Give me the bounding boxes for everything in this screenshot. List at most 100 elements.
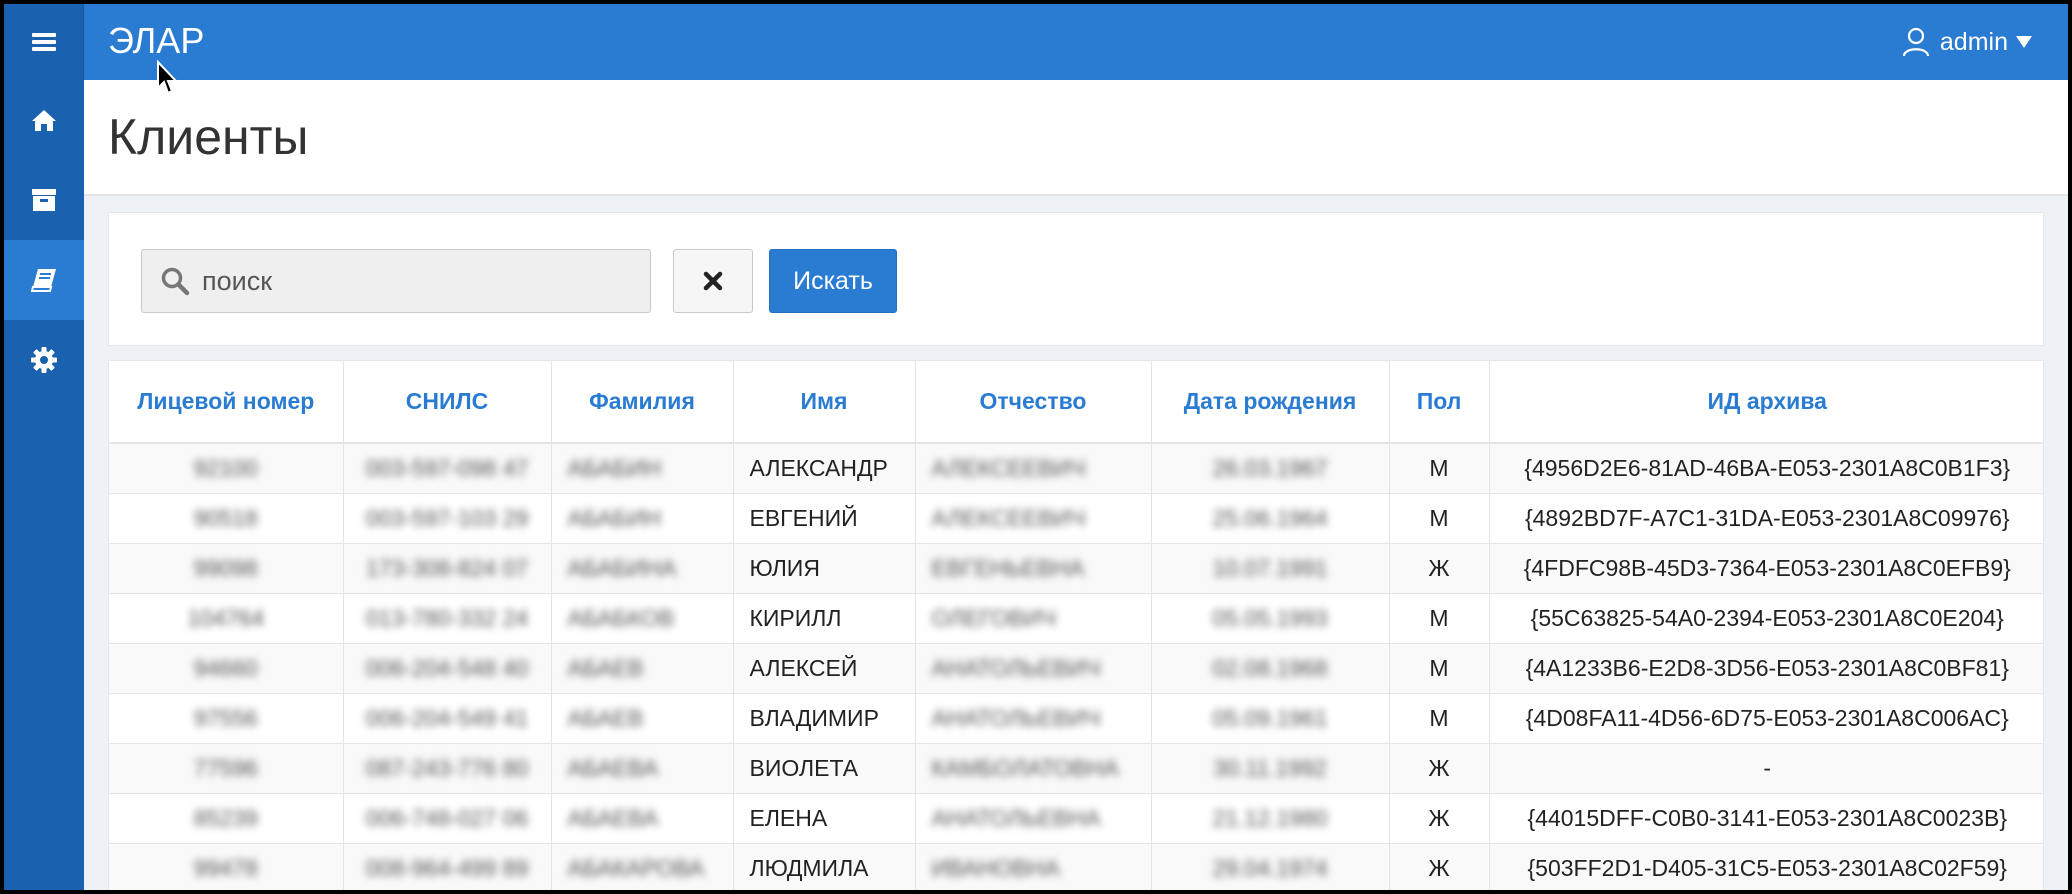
cell-account: 85239 — [109, 793, 344, 844]
cell-patronymic: АНАТОЛЬЕВНА — [915, 793, 1152, 844]
cell-lastname: АБАКАРОВА — [551, 843, 734, 890]
cell-birthdate: 25.06.1964 — [1151, 493, 1390, 544]
sidebar-item-home[interactable] — [4, 80, 84, 160]
cell-archive-id: {4D08FA11-4D56-6D75-E053-2301A8C006AC} — [1489, 693, 2043, 744]
cell-patronymic: АЛЕКСЕЕВИЧ — [915, 443, 1152, 494]
cell-account: 99478 — [109, 843, 344, 890]
table-row[interactable]: 94660 006-204-548 40 АБАЕВ АЛЕКСЕЙ АНАТО… — [109, 643, 2043, 694]
menu-toggle-button[interactable] — [4, 4, 84, 80]
sidebar-item-archive[interactable] — [4, 160, 84, 240]
table-row[interactable]: 90518 003-597-103 29 АБАБИН ЕВГЕНИЙ АЛЕК… — [109, 493, 2043, 544]
column-header-firstname[interactable]: Имя — [733, 361, 916, 444]
column-header-snils[interactable]: СНИЛС — [343, 361, 552, 444]
search-input[interactable] — [202, 265, 602, 297]
cell-birthdate: 10.07.1991 — [1151, 543, 1390, 594]
cell-snils: 003-597-103 29 — [343, 493, 552, 544]
table-row[interactable]: 85239 006-748-027 06 АБАЕВА ЕЛЕНА АНАТОЛ… — [109, 793, 2043, 844]
table-row[interactable]: 99478 008-964-499 89 АБАКАРОВА ЛЮДМИЛА И… — [109, 843, 2043, 890]
cell-snils: 003-597-098 47 — [343, 443, 552, 494]
cell-account: 97556 — [109, 693, 344, 744]
cell-archive-id: - — [1489, 743, 2043, 794]
column-header-gender[interactable]: Пол — [1389, 361, 1490, 444]
table-row[interactable]: 99098 173-308-824 07 АБАБИНА ЮЛИЯ ЕВГЕНЬ… — [109, 543, 2043, 594]
column-header-patronymic[interactable]: Отчество — [915, 361, 1152, 444]
cell-birthdate: 30.11.1992 — [1151, 743, 1390, 794]
cell-snils: 006-748-027 06 — [343, 793, 552, 844]
cell-patronymic: АЛЕКСЕЕВИЧ — [915, 493, 1152, 544]
cell-birthdate: 29.04.1974 — [1151, 843, 1390, 890]
cell-patronymic: КАМБОЛАТОВНА — [915, 743, 1152, 794]
table-row[interactable]: 97556 006-204-549 41 АБАЕВ ВЛАДИМИР АНАТ… — [109, 693, 2043, 744]
caret-down-icon — [2016, 36, 2032, 48]
clear-search-button[interactable] — [673, 249, 753, 313]
cell-account: 104764 — [109, 593, 344, 644]
cell-lastname: АБАЕВА — [551, 793, 734, 844]
cell-firstname: КИРИЛЛ — [733, 593, 916, 644]
cell-gender: М — [1389, 643, 1490, 694]
cell-lastname: АБАЕВА — [551, 743, 734, 794]
cell-snils: 087-243-776 80 — [343, 743, 552, 794]
cell-birthdate: 21.12.1980 — [1151, 793, 1390, 844]
user-menu[interactable]: admin — [1902, 4, 2032, 80]
cell-account: 92100 — [109, 443, 344, 494]
table-row[interactable]: 92100 003-597-098 47 АБАБИН АЛЕКСАНДР АЛ… — [109, 443, 2043, 494]
cell-firstname: ЮЛИЯ — [733, 543, 916, 594]
cell-gender: Ж — [1389, 743, 1490, 794]
brand-logo[interactable]: ЭЛАР — [108, 20, 204, 62]
cell-gender: М — [1389, 693, 1490, 744]
column-header-lastname[interactable]: Фамилия — [551, 361, 734, 444]
mouse-cursor-icon — [157, 60, 179, 95]
cell-snils: 013-780-332 24 — [343, 593, 552, 644]
cell-gender: Ж — [1389, 793, 1490, 844]
cell-archive-id: {55C63825-54A0-2394-E053-2301A8C0E204} — [1489, 593, 2043, 644]
hamburger-icon — [31, 32, 56, 52]
cell-account: 77596 — [109, 743, 344, 794]
column-header-archive-id[interactable]: ИД архива — [1489, 361, 2043, 444]
cell-birthdate: 26.03.1967 — [1151, 443, 1390, 494]
table-header-row: Лицевой номер СНИЛС Фамилия Имя Отчество… — [109, 361, 2043, 444]
table-row[interactable]: 77596 087-243-776 80 АБАЕВА ВИОЛЕТА КАМБ… — [109, 743, 2043, 794]
cell-firstname: АЛЕКСАНДР — [733, 443, 916, 494]
table-row[interactable]: 104764 013-780-332 24 АБАБКОВ КИРИЛЛ ОЛЕ… — [109, 593, 2043, 644]
cell-archive-id: {44015DFF-C0B0-3141-E053-2301A8C0023B} — [1489, 793, 2043, 844]
cell-account: 90518 — [109, 493, 344, 544]
cell-patronymic: ИВАНОВНА — [915, 843, 1152, 890]
sidebar-item-clients[interactable] — [4, 240, 84, 320]
cell-firstname: ВЛАДИМИР — [733, 693, 916, 744]
cell-archive-id: {4892BD7F-A7C1-31DA-E053-2301A8C09976} — [1489, 493, 2043, 544]
cell-firstname: ЛЮДМИЛА — [733, 843, 916, 890]
cell-archive-id: {4FDFC98B-45D3-7364-E053-2301A8C0EFB9} — [1489, 543, 2043, 594]
sidebar — [4, 80, 84, 890]
close-icon — [703, 271, 723, 291]
cell-gender: М — [1389, 493, 1490, 544]
search-field[interactable] — [141, 249, 651, 313]
column-header-birthdate[interactable]: Дата рождения — [1151, 361, 1390, 444]
cell-lastname: АБАБИНА — [551, 543, 734, 594]
cell-patronymic: АНАТОЛЬЕВИЧ — [915, 643, 1152, 694]
cell-snils: 173-308-824 07 — [343, 543, 552, 594]
cell-patronymic: ОЛЕГОВИЧ — [915, 593, 1152, 644]
cell-gender: Ж — [1389, 543, 1490, 594]
book-icon — [31, 269, 56, 292]
top-navbar: ЭЛАР admin — [4, 4, 2068, 80]
cell-snils: 008-964-499 89 — [343, 843, 552, 890]
user-icon — [1902, 27, 1930, 57]
cell-account: 99098 — [109, 543, 344, 594]
cell-snils: 006-204-549 41 — [343, 693, 552, 744]
cell-archive-id: {503FF2D1-D405-31C5-E053-2301A8C02F59} — [1489, 843, 2043, 890]
cell-lastname: АБАЕВ — [551, 643, 734, 694]
clients-table: Лицевой номер СНИЛС Фамилия Имя Отчество… — [109, 361, 2043, 890]
home-icon — [32, 110, 56, 131]
column-header-account[interactable]: Лицевой номер — [109, 361, 344, 444]
cell-gender: М — [1389, 443, 1490, 494]
app-window: ЭЛАР admin Клиенты поиск Искать Лицевой … — [4, 4, 2068, 890]
cell-gender: Ж — [1389, 843, 1490, 890]
search-button[interactable]: Искать — [769, 249, 897, 313]
sidebar-item-settings[interactable] — [4, 320, 84, 400]
cell-archive-id: {4956D2E6-81AD-46BA-E053-2301A8C0B1F3} — [1489, 443, 2043, 494]
cell-patronymic: АНАТОЛЬЕВИЧ — [915, 693, 1152, 744]
cell-archive-id: {4A1233B6-E2D8-3D56-E053-2301A8C0BF81} — [1489, 643, 2043, 694]
cell-firstname: ЕЛЕНА — [733, 793, 916, 844]
gear-icon — [31, 347, 57, 373]
search-icon — [161, 267, 190, 296]
